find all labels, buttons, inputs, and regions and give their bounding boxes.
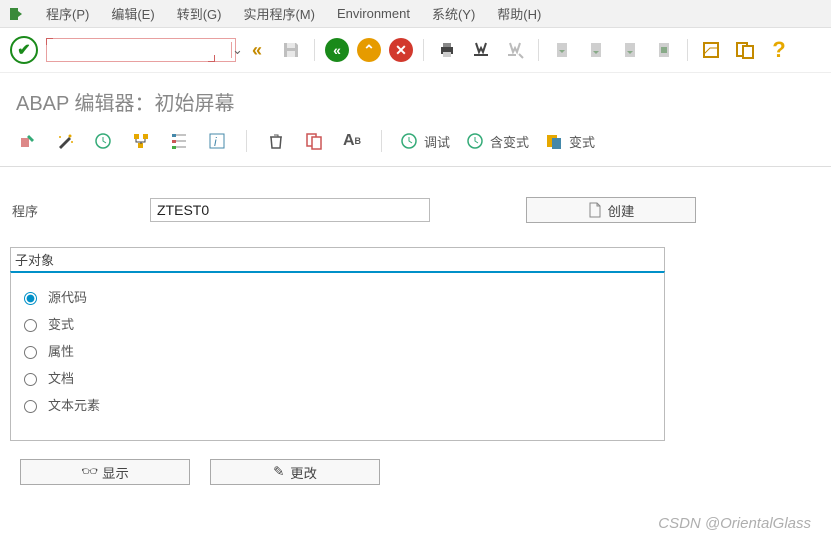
create-label: 创建	[608, 201, 635, 220]
clock-icon[interactable]	[92, 130, 114, 152]
radio-variant[interactable]: 变式	[19, 310, 656, 337]
program-row: 程序 创建	[10, 197, 821, 223]
command-field[interactable]	[47, 41, 231, 60]
shortcut-icon[interactable]	[732, 37, 758, 63]
program-input[interactable]	[150, 198, 430, 222]
radio-source[interactable]: 源代码	[19, 283, 656, 310]
change-button[interactable]: ✎ 更改	[210, 459, 380, 485]
menu-goto[interactable]: 转到(G)	[177, 4, 222, 23]
info-icon[interactable]: i	[206, 130, 228, 152]
next-page-icon[interactable]	[617, 37, 643, 63]
watermark: CSDN @OrientalGlass	[658, 515, 811, 532]
command-dropdown-icon[interactable]: ⌄	[231, 42, 243, 58]
radio-docs-input[interactable]	[24, 373, 37, 386]
command-field-wrapper: ⌄	[46, 38, 236, 62]
pencil-icon: ✎	[273, 464, 284, 480]
wizard-icon[interactable]	[54, 130, 76, 152]
radio-source-label: 源代码	[48, 287, 87, 306]
find-next-icon[interactable]	[502, 37, 528, 63]
menu-program[interactable]: 程序(P)	[46, 4, 89, 23]
glasses-icon: 👓︎	[81, 464, 96, 480]
help-icon[interactable]: ?	[766, 37, 792, 63]
find-icon[interactable]	[468, 37, 494, 63]
application-toolbar: i AB 调试 含变式 变式	[0, 124, 831, 167]
first-page-icon[interactable]	[549, 37, 575, 63]
action-buttons: 👓︎ 显示 ✎ 更改	[10, 459, 821, 485]
copy-icon[interactable]	[303, 130, 325, 152]
cancel-icon[interactable]: ✕	[389, 38, 413, 62]
back-icon[interactable]: «	[325, 38, 349, 62]
print-icon[interactable]	[434, 37, 460, 63]
radio-attributes-label: 属性	[48, 341, 74, 360]
menu-system[interactable]: 系统(Y)	[432, 4, 475, 23]
radio-text-elements[interactable]: 文本元素	[19, 391, 656, 418]
page-title: ABAP 编辑器：初始屏幕	[0, 73, 831, 124]
radio-variant-label: 变式	[48, 314, 74, 333]
radio-attributes-input[interactable]	[24, 346, 37, 359]
menu-help[interactable]: 帮助(H)	[497, 4, 541, 23]
radio-source-input[interactable]	[24, 292, 37, 305]
menu-environment[interactable]: Environment	[337, 6, 410, 21]
subobject-legend: 子对象	[10, 247, 665, 271]
subobject-group: 子对象 源代码 变式 属性 文档 文本元素	[10, 247, 665, 441]
radio-text-elements-input[interactable]	[24, 400, 37, 413]
save-icon[interactable]	[278, 37, 304, 63]
app-menu-icon[interactable]	[8, 6, 24, 22]
collapse-icon[interactable]: «	[244, 37, 270, 63]
activate-icon[interactable]	[16, 130, 38, 152]
variant-label: 变式	[569, 132, 595, 151]
create-button[interactable]: 创建	[526, 197, 696, 223]
radio-attributes[interactable]: 属性	[19, 337, 656, 364]
enter-button[interactable]: ✔	[10, 36, 38, 64]
where-used-icon[interactable]	[130, 130, 152, 152]
menu-edit[interactable]: 编辑(E)	[111, 4, 154, 23]
svg-text:i: i	[214, 135, 217, 149]
debug-label: 调试	[424, 132, 450, 151]
system-toolbar: ✔ ⌄ « « ⌃ ✕ ?	[0, 28, 831, 73]
exit-icon[interactable]: ⌃	[357, 38, 381, 62]
variant-button[interactable]: 变式	[545, 132, 595, 151]
prev-page-icon[interactable]	[583, 37, 609, 63]
menu-utilities[interactable]: 实用程序(M)	[243, 4, 315, 23]
with-variant-label: 含变式	[490, 132, 529, 151]
program-label: 程序	[12, 201, 132, 220]
radio-variant-input[interactable]	[24, 319, 37, 332]
radio-docs-label: 文档	[48, 368, 74, 387]
with-variant-button[interactable]: 含变式	[466, 132, 529, 151]
content-area: 程序 创建 子对象 源代码 变式 属性 文档	[0, 167, 831, 495]
delete-icon[interactable]	[265, 130, 287, 152]
radio-text-elements-label: 文本元素	[48, 395, 100, 414]
change-label: 更改	[290, 463, 317, 482]
new-session-icon[interactable]	[698, 37, 724, 63]
rename-icon[interactable]: AB	[341, 130, 363, 152]
debug-button[interactable]: 调试	[400, 132, 450, 151]
document-icon	[588, 202, 602, 218]
menu-bar: 程序(P) 编辑(E) 转到(G) 实用程序(M) Environment 系统…	[0, 0, 831, 28]
last-page-icon[interactable]	[651, 37, 677, 63]
display-label: 显示	[102, 463, 129, 482]
hierarchy-icon[interactable]	[168, 130, 190, 152]
display-button[interactable]: 👓︎ 显示	[20, 459, 190, 485]
radio-docs[interactable]: 文档	[19, 364, 656, 391]
